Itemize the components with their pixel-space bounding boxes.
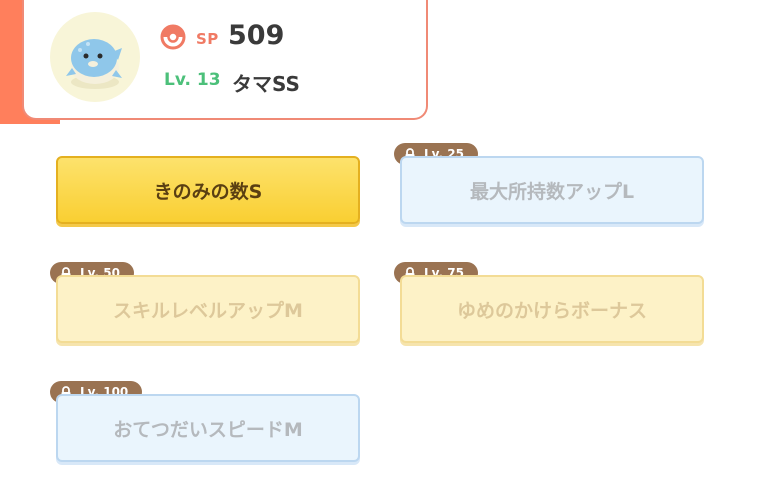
skill-slot-5-label: おてつだいスピードM [113,418,303,441]
pokemon-info-card: SP 509 Lv. 13 タマSS [22,0,428,120]
skill-slot-1-label: きのみの数S [153,180,263,203]
skill-slot-3-label: スキルレベルアップM [113,299,303,322]
sp-label: SP [196,30,219,48]
skill-slot-4-button[interactable]: ゆめのかけらボーナス [400,275,704,343]
skill-slot-5-button[interactable]: おてつだいスピードM [56,394,360,462]
pokemon-level: Lv. 13 [164,70,221,90]
skill-slot-1-button[interactable]: きのみの数S [56,156,360,224]
skill-slot-2-button[interactable]: 最大所持数アップL [400,156,704,224]
spheal-avatar-icon [50,12,140,102]
pokeball-icon [160,24,186,50]
skill-slot-3-button[interactable]: スキルレベルアップM [56,275,360,343]
pokemon-name: タマSS [232,72,300,96]
sp-value: 509 [228,20,285,51]
skill-slot-4-label: ゆめのかけらボーナス [456,299,647,322]
skill-slot-2-label: 最大所持数アップL [469,180,635,203]
